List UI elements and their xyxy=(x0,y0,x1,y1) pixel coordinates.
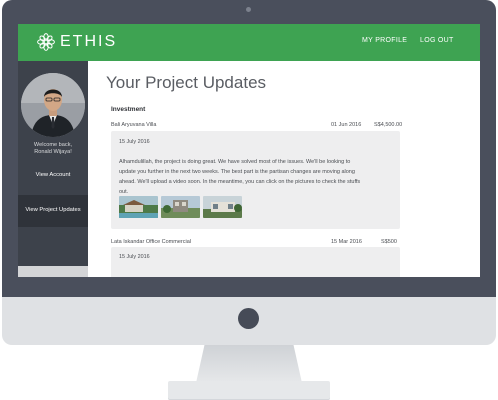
welcome-message: Welcome back, Ronald Wijaya! xyxy=(18,142,88,156)
main-content: Your Project Updates Investment Bali Ary… xyxy=(88,61,480,277)
nav-log-out[interactable]: LOG OUT xyxy=(420,37,454,44)
nav-my-profile[interactable]: MY PROFILE xyxy=(362,37,407,44)
app-screen: ETHIS MY PROFILE LOG OUT Welcome back, R… xyxy=(18,24,480,277)
avatar xyxy=(21,73,85,137)
project-name: Lata Iskandar Office Commercial xyxy=(111,239,191,245)
imac-mockup: ETHIS MY PROFILE LOG OUT Welcome back, R… xyxy=(0,0,498,400)
update-card: 15 July 2016 xyxy=(111,247,400,277)
update-text-line: Alhamdulillah, the project is doing grea… xyxy=(119,159,351,165)
logo[interactable]: ETHIS xyxy=(36,32,117,52)
sidebar-footer xyxy=(18,266,88,277)
monitor-stand xyxy=(196,345,302,383)
investment-amount: S$500 xyxy=(381,239,397,245)
investment-amount: S$4,500.00 xyxy=(374,122,403,128)
update-date: 15 July 2016 xyxy=(119,139,150,145)
update-text: Alhamdulillah, the project is doing grea… xyxy=(119,157,391,197)
update-card: 15 July 2016 Alhamdulillah, the project … xyxy=(111,131,400,229)
project-photo-thumbnail[interactable] xyxy=(119,196,158,218)
investment-date: 01 Jun 2016 xyxy=(331,122,362,128)
logo-flower-icon xyxy=(37,33,55,51)
camera-icon xyxy=(246,7,251,12)
section-heading-investment: Investment xyxy=(111,106,146,113)
welcome-user-name: Ronald Wijaya! xyxy=(34,149,72,155)
power-button-icon xyxy=(238,308,259,329)
logo-text: ETHIS xyxy=(60,33,118,50)
update-text-line: update you further in the next two weeks… xyxy=(119,169,355,175)
welcome-line-1: Welcome back, xyxy=(33,142,73,148)
update-text-line: ahead. We'll upload a video soon. In the… xyxy=(119,179,361,185)
investment-date: 15 Mar 2016 xyxy=(331,239,362,245)
update-photos xyxy=(119,196,242,218)
update-date: 15 July 2016 xyxy=(119,254,150,260)
page-title: Your Project Updates xyxy=(106,73,267,92)
project-photo-thumbnail[interactable] xyxy=(161,196,200,218)
sidebar: Welcome back, Ronald Wijaya! View Accoun… xyxy=(18,61,88,277)
avatar-photo xyxy=(21,73,85,137)
monitor-base xyxy=(168,381,330,400)
sidebar-item-view-project-updates[interactable]: View Project Updates xyxy=(18,207,88,213)
top-navbar: ETHIS MY PROFILE LOG OUT xyxy=(18,24,480,61)
project-photo-thumbnail[interactable] xyxy=(203,196,242,218)
sidebar-item-view-account[interactable]: View Account xyxy=(18,172,88,178)
project-name: Bali Aryuvana Villa xyxy=(111,122,157,128)
